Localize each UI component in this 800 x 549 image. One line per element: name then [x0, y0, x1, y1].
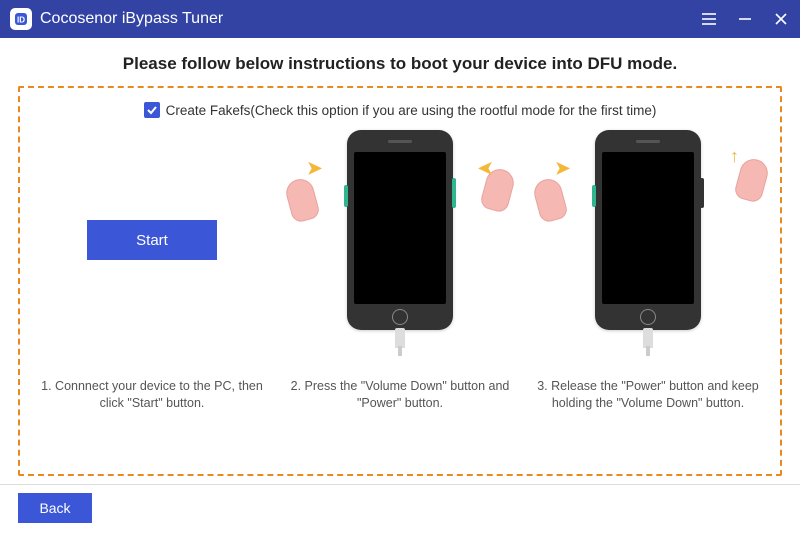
step-1-caption: 1. Connnect your device to the PC, then …	[32, 378, 272, 412]
back-button[interactable]: Back	[18, 493, 92, 523]
step-1: Start 1. Connnect your device to the PC,…	[32, 130, 272, 412]
main-content: Please follow below instructions to boot…	[0, 38, 800, 476]
volume-down-highlight-icon	[592, 185, 596, 207]
steps-row: Start 1. Connnect your device to the PC,…	[32, 130, 768, 412]
cable-icon	[643, 328, 653, 348]
arrow-press-right-icon: ➤	[478, 158, 493, 179]
footer: Back	[0, 484, 800, 523]
create-fakefs-checkbox[interactable]	[144, 102, 160, 118]
cable-icon	[395, 328, 405, 348]
finger-left-icon	[283, 174, 329, 231]
app-logo-icon: ID	[10, 8, 32, 30]
phone-body-icon	[347, 130, 453, 330]
create-fakefs-row: Create Fakefs(Check this option if you a…	[32, 102, 768, 118]
power-unhighlight-icon	[700, 178, 704, 208]
window-controls	[700, 10, 790, 28]
step-2-caption: 2. Press the "Volume Down" button and "P…	[280, 378, 520, 412]
create-fakefs-label: Create Fakefs(Check this option if you a…	[166, 103, 657, 118]
phone-illustration-release: ➤ ↑	[563, 130, 733, 350]
page-headline: Please follow below instructions to boot…	[18, 54, 782, 74]
minimize-icon[interactable]	[736, 10, 754, 28]
app-title: Cocosenor iBypass Tuner	[40, 10, 700, 28]
volume-down-highlight-icon	[344, 185, 348, 207]
instructions-panel: Create Fakefs(Check this option if you a…	[18, 86, 782, 476]
close-icon[interactable]	[772, 10, 790, 28]
step-3: ➤ ↑ 3. Release the	[528, 130, 768, 412]
menu-icon[interactable]	[700, 10, 718, 28]
finger-left-hold-icon	[531, 174, 577, 231]
arrow-release-up-icon: ↑	[730, 146, 739, 167]
svg-text:ID: ID	[17, 16, 25, 25]
phone-illustration-press: ➤ ➤	[315, 130, 485, 350]
power-highlight-icon	[452, 178, 456, 208]
phone-body-icon	[595, 130, 701, 330]
titlebar: ID Cocosenor iBypass Tuner	[0, 0, 800, 38]
start-button[interactable]: Start	[87, 220, 217, 260]
step-2: ➤ ➤ 2. Press the "	[280, 130, 520, 412]
step-3-caption: 3. Release the "Power" button and keep h…	[528, 378, 768, 412]
